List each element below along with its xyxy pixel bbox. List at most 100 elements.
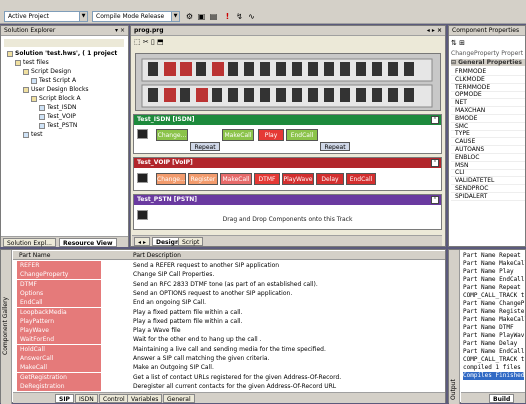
tree-item[interactable]: Test_ISDN: [39, 104, 77, 112]
compile-mode-combo[interactable]: Compile Mode Release ▼: [92, 11, 180, 22]
copy-icon[interactable]: ▣: [197, 12, 206, 21]
tab-general[interactable]: General: [163, 394, 195, 403]
output-line: Part Name PlayWav: [463, 332, 525, 339]
property-row[interactable]: SMC: [451, 123, 525, 131]
alert-icon[interactable]: !: [223, 12, 232, 21]
gallery-side-tab[interactable]: Component Gallery: [1, 250, 12, 404]
component-gallery: Component Gallery Part Name Part Descrip…: [0, 249, 446, 404]
property-row[interactable]: MAXCHAN: [451, 107, 525, 115]
chevron-down-icon[interactable]: ▼: [171, 12, 179, 21]
component-repeat[interactable]: Repeat: [190, 142, 220, 151]
collapse-icon[interactable]: ⌃: [431, 196, 439, 204]
part-name: PlayWave: [17, 326, 101, 336]
sort-icon[interactable]: ⇅ ⊞: [451, 39, 465, 47]
property-row[interactable]: FRMMODE: [451, 68, 525, 76]
tree-item[interactable]: User Design Blocks: [23, 86, 89, 94]
tree-item[interactable]: Script Design: [23, 68, 71, 76]
output-side-tab[interactable]: Output: [449, 250, 460, 404]
script-icon: [39, 104, 45, 111]
port-icon: [137, 129, 148, 139]
tree-item[interactable]: Test_VOIP: [39, 113, 76, 121]
chassis-view[interactable]: [135, 53, 441, 111]
properties-group[interactable]: ⊟ General Properties: [451, 59, 525, 66]
part-name: REFER: [17, 261, 101, 270]
component-endcall[interactable]: EndCall: [346, 173, 376, 185]
property-row[interactable]: VALIDATETEL: [451, 177, 525, 186]
property-row[interactable]: SENDPROC: [451, 185, 525, 193]
component-change[interactable]: Change...: [156, 173, 186, 185]
chevron-down-icon[interactable]: ▼: [79, 12, 87, 21]
folder-icon: [31, 95, 37, 102]
part-description: Deregister all current contacts for the …: [133, 382, 337, 390]
property-row[interactable]: MSN: [451, 162, 525, 170]
close-icon[interactable]: ▾ ×: [115, 26, 125, 35]
output-log: Part Name Repeat Part Name MakeCall Part N…: [461, 252, 525, 382]
output-line: Part Name EndCall: [463, 276, 525, 283]
component-dtmf[interactable]: DTMF: [254, 173, 280, 185]
select-icon[interactable]: ⬚ ✂ ▯ ⬒: [134, 38, 164, 46]
tab-solution-explorer[interactable]: Solution Expl...: [3, 238, 56, 247]
gallery-row[interactable]: DeRegistration Deregister all current con…: [13, 381, 445, 392]
property-row[interactable]: AUTOANS: [451, 146, 525, 154]
project-combo[interactable]: Active Project ▼: [4, 11, 88, 22]
close-icon[interactable]: ◂ ▸ ×: [427, 26, 442, 35]
property-row[interactable]: ENBLOC: [451, 154, 525, 162]
tab-control[interactable]: Control: [99, 394, 129, 403]
property-row[interactable]: CLKMODE: [451, 76, 525, 84]
property-row[interactable]: BMODE: [451, 115, 525, 123]
gear-icon[interactable]: ⚙: [185, 12, 194, 21]
component-play[interactable]: Play: [258, 129, 284, 141]
component-delay[interactable]: Delay: [316, 173, 344, 185]
part-name: DTMF: [17, 279, 101, 289]
property-row[interactable]: CAUSE: [451, 138, 525, 147]
editor-file-tab[interactable]: prog.prg ◂ ▸ ×: [131, 26, 445, 36]
collapse-icon[interactable]: ⌃: [431, 159, 439, 167]
tab-script[interactable]: Script: [178, 237, 204, 246]
tab-sip[interactable]: SIP: [55, 394, 74, 403]
component-playwave[interactable]: PlayWave: [282, 173, 314, 185]
tab-resource-view[interactable]: Resource View: [59, 238, 117, 247]
gallery-header: Part Name Part Description: [13, 251, 445, 260]
tree-item[interactable]: Solution 'test.hws', ( 1 project: [7, 50, 117, 58]
tab-build[interactable]: Build: [489, 394, 515, 403]
property-row[interactable]: SPIDALERT: [451, 193, 525, 201]
property-row[interactable]: CLI: [451, 169, 525, 178]
tab-variables[interactable]: Variables: [127, 394, 163, 403]
output-line: Part Name Repeat: [463, 252, 521, 259]
wave-icon[interactable]: ∿: [247, 12, 256, 21]
tree-item[interactable]: Test_PSTN: [39, 122, 77, 130]
scroll-tabs-icon[interactable]: ◂ ▸: [134, 237, 150, 246]
column-header-description[interactable]: Part Description: [133, 252, 181, 259]
component-repeat[interactable]: Repeat: [320, 142, 350, 151]
component-change[interactable]: Change...: [156, 129, 188, 141]
tree-item[interactable]: Test Script A: [31, 77, 76, 85]
gallery-side-label: Component Gallery: [2, 296, 9, 355]
property-row[interactable]: OPMODE: [451, 91, 525, 100]
tree-item[interactable]: Script Block A: [31, 95, 81, 103]
component-register[interactable]: Register: [188, 173, 218, 185]
component-endcall[interactable]: EndCall: [286, 129, 318, 141]
part-name: AnswerCall: [17, 354, 101, 363]
component-makecall[interactable]: MakeCall: [220, 173, 252, 185]
part-name: WaitForEnd: [17, 335, 101, 345]
track-voip[interactable]: Test_VOIP [VoIP] ⌃ Change... Register Mak…: [133, 157, 442, 191]
property-row[interactable]: NET: [451, 99, 525, 108]
tab-isdn[interactable]: ISDN: [75, 394, 98, 403]
part-name: EndCall: [17, 298, 101, 308]
column-header-name[interactable]: Part Name: [19, 252, 50, 259]
track-isdn[interactable]: Test_ISDN [ISDN] ⌃ Change... MakeCall Pla…: [133, 114, 442, 154]
solution-toolbar: [4, 39, 124, 47]
print-icon[interactable]: ▤: [209, 12, 218, 21]
property-row[interactable]: TERMMODE: [451, 84, 525, 92]
solution-tabbar: Solution Expl... Resource View: [1, 236, 128, 247]
collapse-icon[interactable]: ⌃: [431, 116, 439, 124]
component-makecall[interactable]: MakeCall: [222, 129, 254, 141]
property-row[interactable]: TYPE: [451, 130, 525, 139]
track-pstn[interactable]: Test_PSTN [PSTN] ⌃ Drag and Drop Componen…: [133, 194, 442, 230]
tree-item[interactable]: test files: [15, 59, 49, 67]
chassis-drawing: [141, 58, 433, 108]
run-icon[interactable]: ↯: [235, 12, 244, 21]
part-name: ChangeProperty: [17, 270, 101, 280]
editor-tabbar: ◂ ▸ Design Script: [132, 235, 442, 246]
tree-item[interactable]: test: [23, 131, 43, 139]
